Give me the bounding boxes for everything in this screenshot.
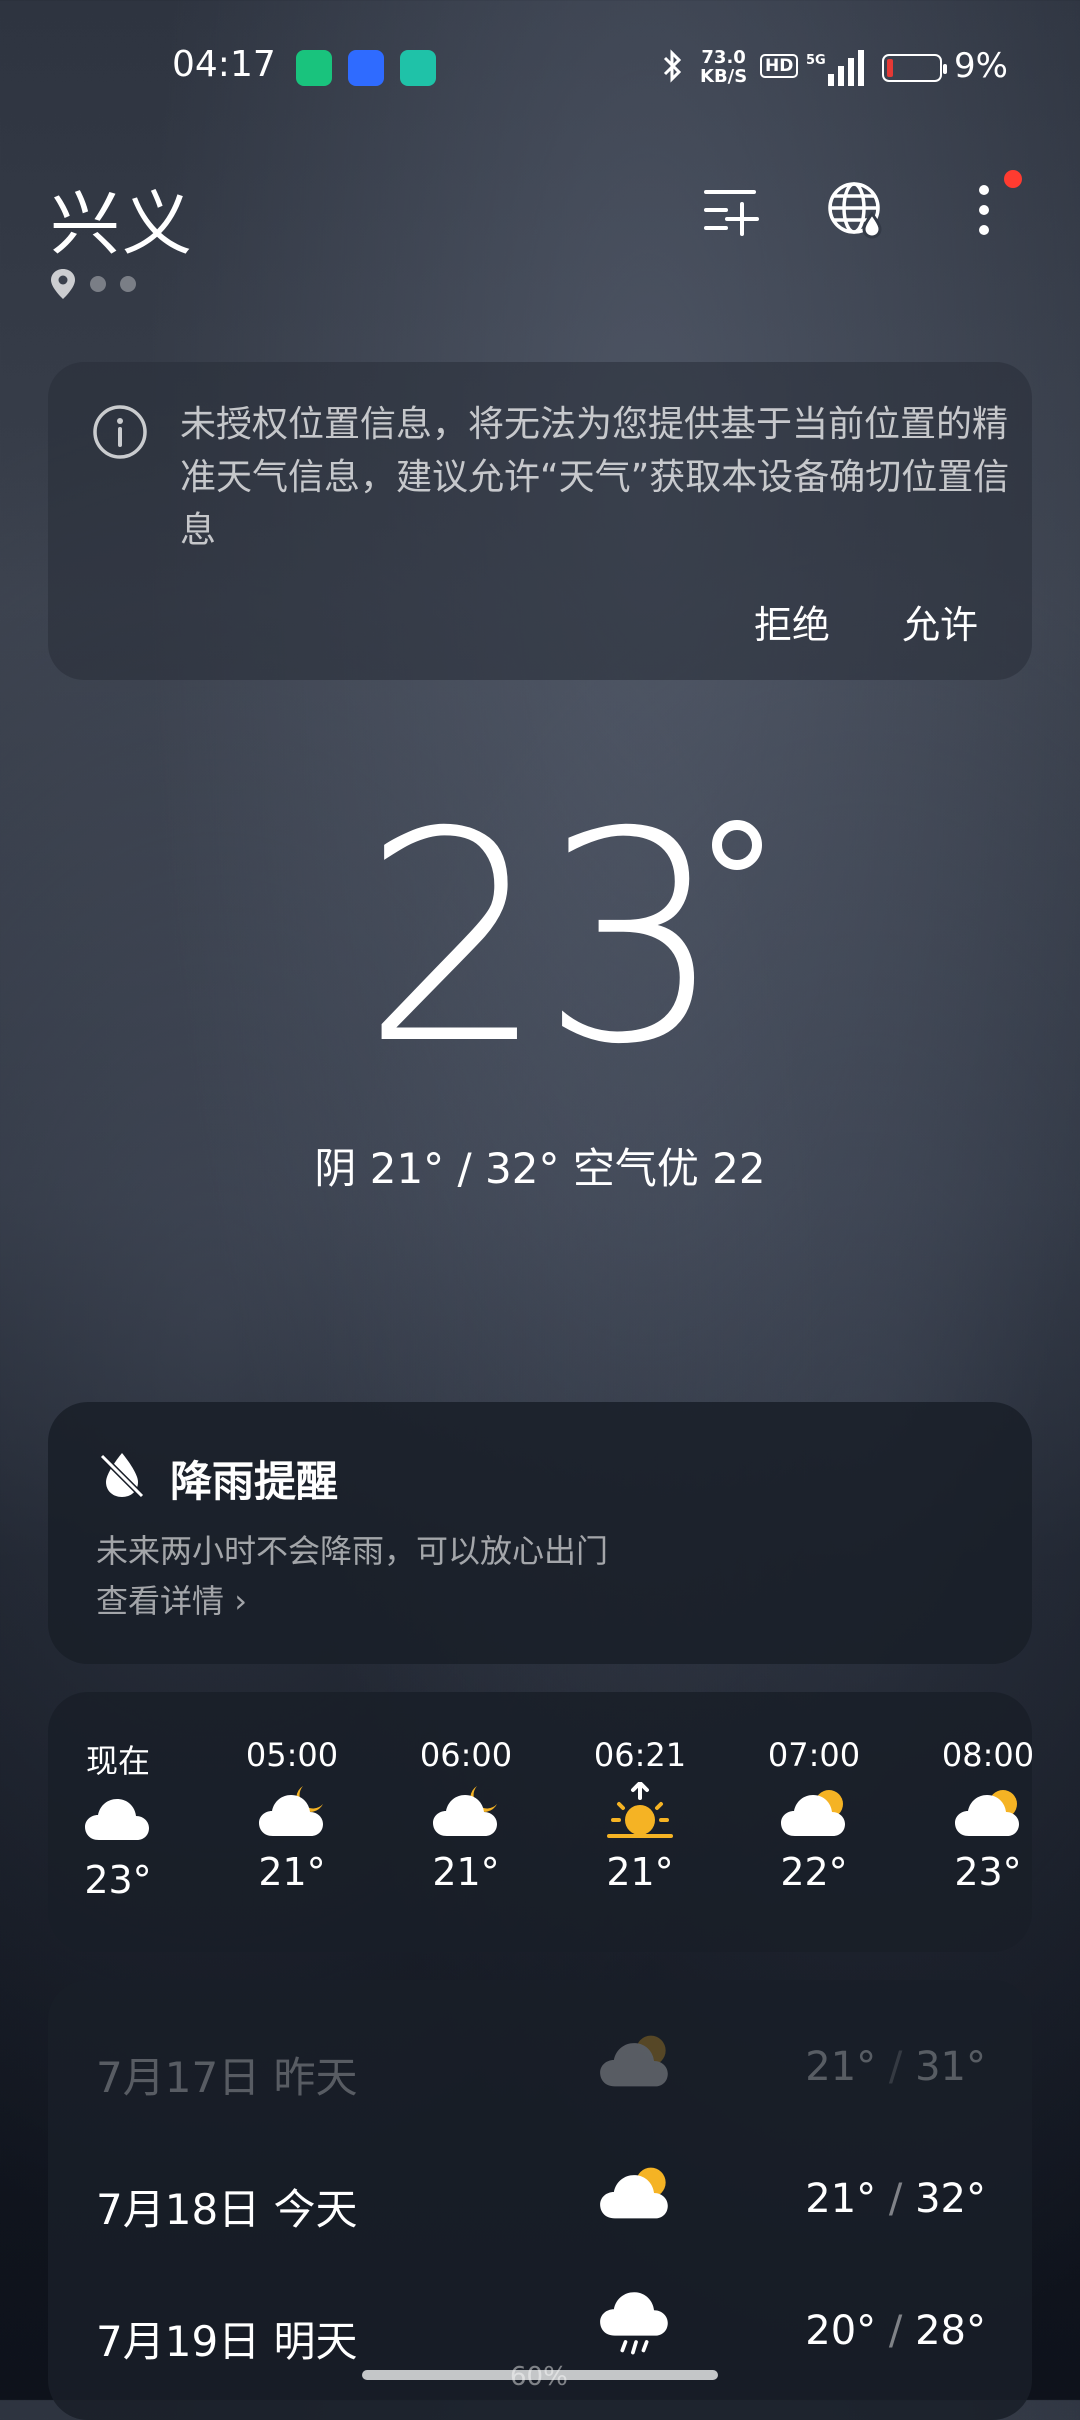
svg-text:5G: 5G xyxy=(806,53,826,68)
battery-percent: 9% xyxy=(954,46,1008,86)
daily-row[interactable]: 7月18日 今天 21° / 32° xyxy=(96,2167,986,2236)
day-date: 7月18日 今天 xyxy=(96,2185,358,2234)
network-speed: 73.0 KB/S xyxy=(700,47,748,87)
view-details-link[interactable]: 查看详情 › xyxy=(96,1576,247,1622)
hourly-item: 05:00 21° xyxy=(245,1736,339,1894)
partly-cloudy-icon xyxy=(955,1790,1019,1836)
clock: 04:17 xyxy=(172,44,276,85)
daily-row[interactable]: 7月17日 昨天 21° / 31° xyxy=(96,2035,986,2104)
day-date: 7月17日 昨天 xyxy=(96,2053,358,2102)
more-icon[interactable] xyxy=(954,180,1014,240)
hd-badge: HD xyxy=(760,54,799,78)
view-details-label: 查看详情 xyxy=(96,1582,225,1620)
day-date: 7月19日 明天 xyxy=(96,2317,358,2366)
bluetooth-icon xyxy=(663,49,682,83)
hourly-item: 08:00 23° xyxy=(941,1736,1032,1894)
battery-app-icon xyxy=(296,50,332,86)
globe-icon[interactable] xyxy=(826,180,886,240)
current-temperature: 23 xyxy=(361,771,724,1108)
daily-row[interactable]: 7月19日 明天 20° / 28° xyxy=(96,2292,986,2368)
baidu-app-icon xyxy=(348,50,384,86)
day-temp-range: 21° / 31° xyxy=(805,2044,986,2090)
rain-icon xyxy=(600,2292,668,2355)
chat-app-icon xyxy=(400,50,436,86)
day-temp-range: 21° / 32° xyxy=(805,2176,986,2222)
page-dot xyxy=(120,276,136,292)
page-dot xyxy=(90,276,106,292)
allow-button[interactable]: 允许 xyxy=(902,594,978,649)
daily-forecast-card[interactable]: 7月17日 昨天 21° / 31° 7月18日 今天 21° / 32° 7月… xyxy=(48,1980,1032,2420)
hourly-forecast-card[interactable]: 现在 23° 05:00 21° 06:00 21° 06:21 21° 07:… xyxy=(48,1692,1032,1952)
home-indicator[interactable] xyxy=(362,2370,718,2380)
notification-dot xyxy=(1004,170,1022,188)
partly-cloudy-icon xyxy=(600,2167,668,2219)
location-pin-icon xyxy=(51,269,75,299)
info-icon xyxy=(93,405,147,459)
hourly-item: 06:00 21° xyxy=(419,1736,513,1894)
hourly-item: 06:21 21° xyxy=(593,1736,687,1894)
permission-message: 未授权位置信息，将无法为您提供基于当前位置的精准天气信息，建议允许“天气”获取本… xyxy=(180,404,1010,551)
battery-icon xyxy=(882,54,947,82)
hourly-item: 07:00 22° xyxy=(767,1736,861,1894)
status-bar: 04:17 73.0 KB/S HD 5G 9% xyxy=(0,0,1080,135)
cloudy-night-icon xyxy=(259,1786,323,1836)
rain-alert-description: 未来两小时不会降雨，可以放心出门 xyxy=(96,1532,609,1570)
weather-summary: 阴 21° / 32° 空气优 22 xyxy=(314,1144,766,1193)
rain-alert-card[interactable]: 降雨提醒 未来两小时不会降雨，可以放心出门 查看详情 › xyxy=(48,1402,1032,1664)
partly-cloudy-icon xyxy=(600,2035,668,2087)
add-city-icon[interactable] xyxy=(700,180,760,240)
sunrise-icon xyxy=(607,1782,673,1838)
city-name[interactable]: 兴义 xyxy=(50,168,194,269)
page-indicator xyxy=(50,268,136,300)
deny-button[interactable]: 拒绝 xyxy=(754,594,830,649)
cloudy-icon xyxy=(85,1799,149,1840)
cloudy-night-icon xyxy=(433,1786,497,1836)
no-rain-icon xyxy=(99,1453,145,1499)
hourly-item: 现在 23° xyxy=(84,1742,152,1902)
rain-alert-title: 降雨提醒 xyxy=(170,1457,339,1506)
signal-icon: 5G xyxy=(806,50,864,86)
location-permission-card: 未授权位置信息，将无法为您提供基于当前位置的精准天气信息，建议允许“天气”获取本… xyxy=(48,362,1032,680)
degree-symbol xyxy=(712,820,762,870)
day-temp-range: 20° / 28° xyxy=(805,2308,986,2354)
chevron-right-icon: › xyxy=(234,1582,247,1620)
partly-cloudy-icon xyxy=(781,1790,845,1836)
